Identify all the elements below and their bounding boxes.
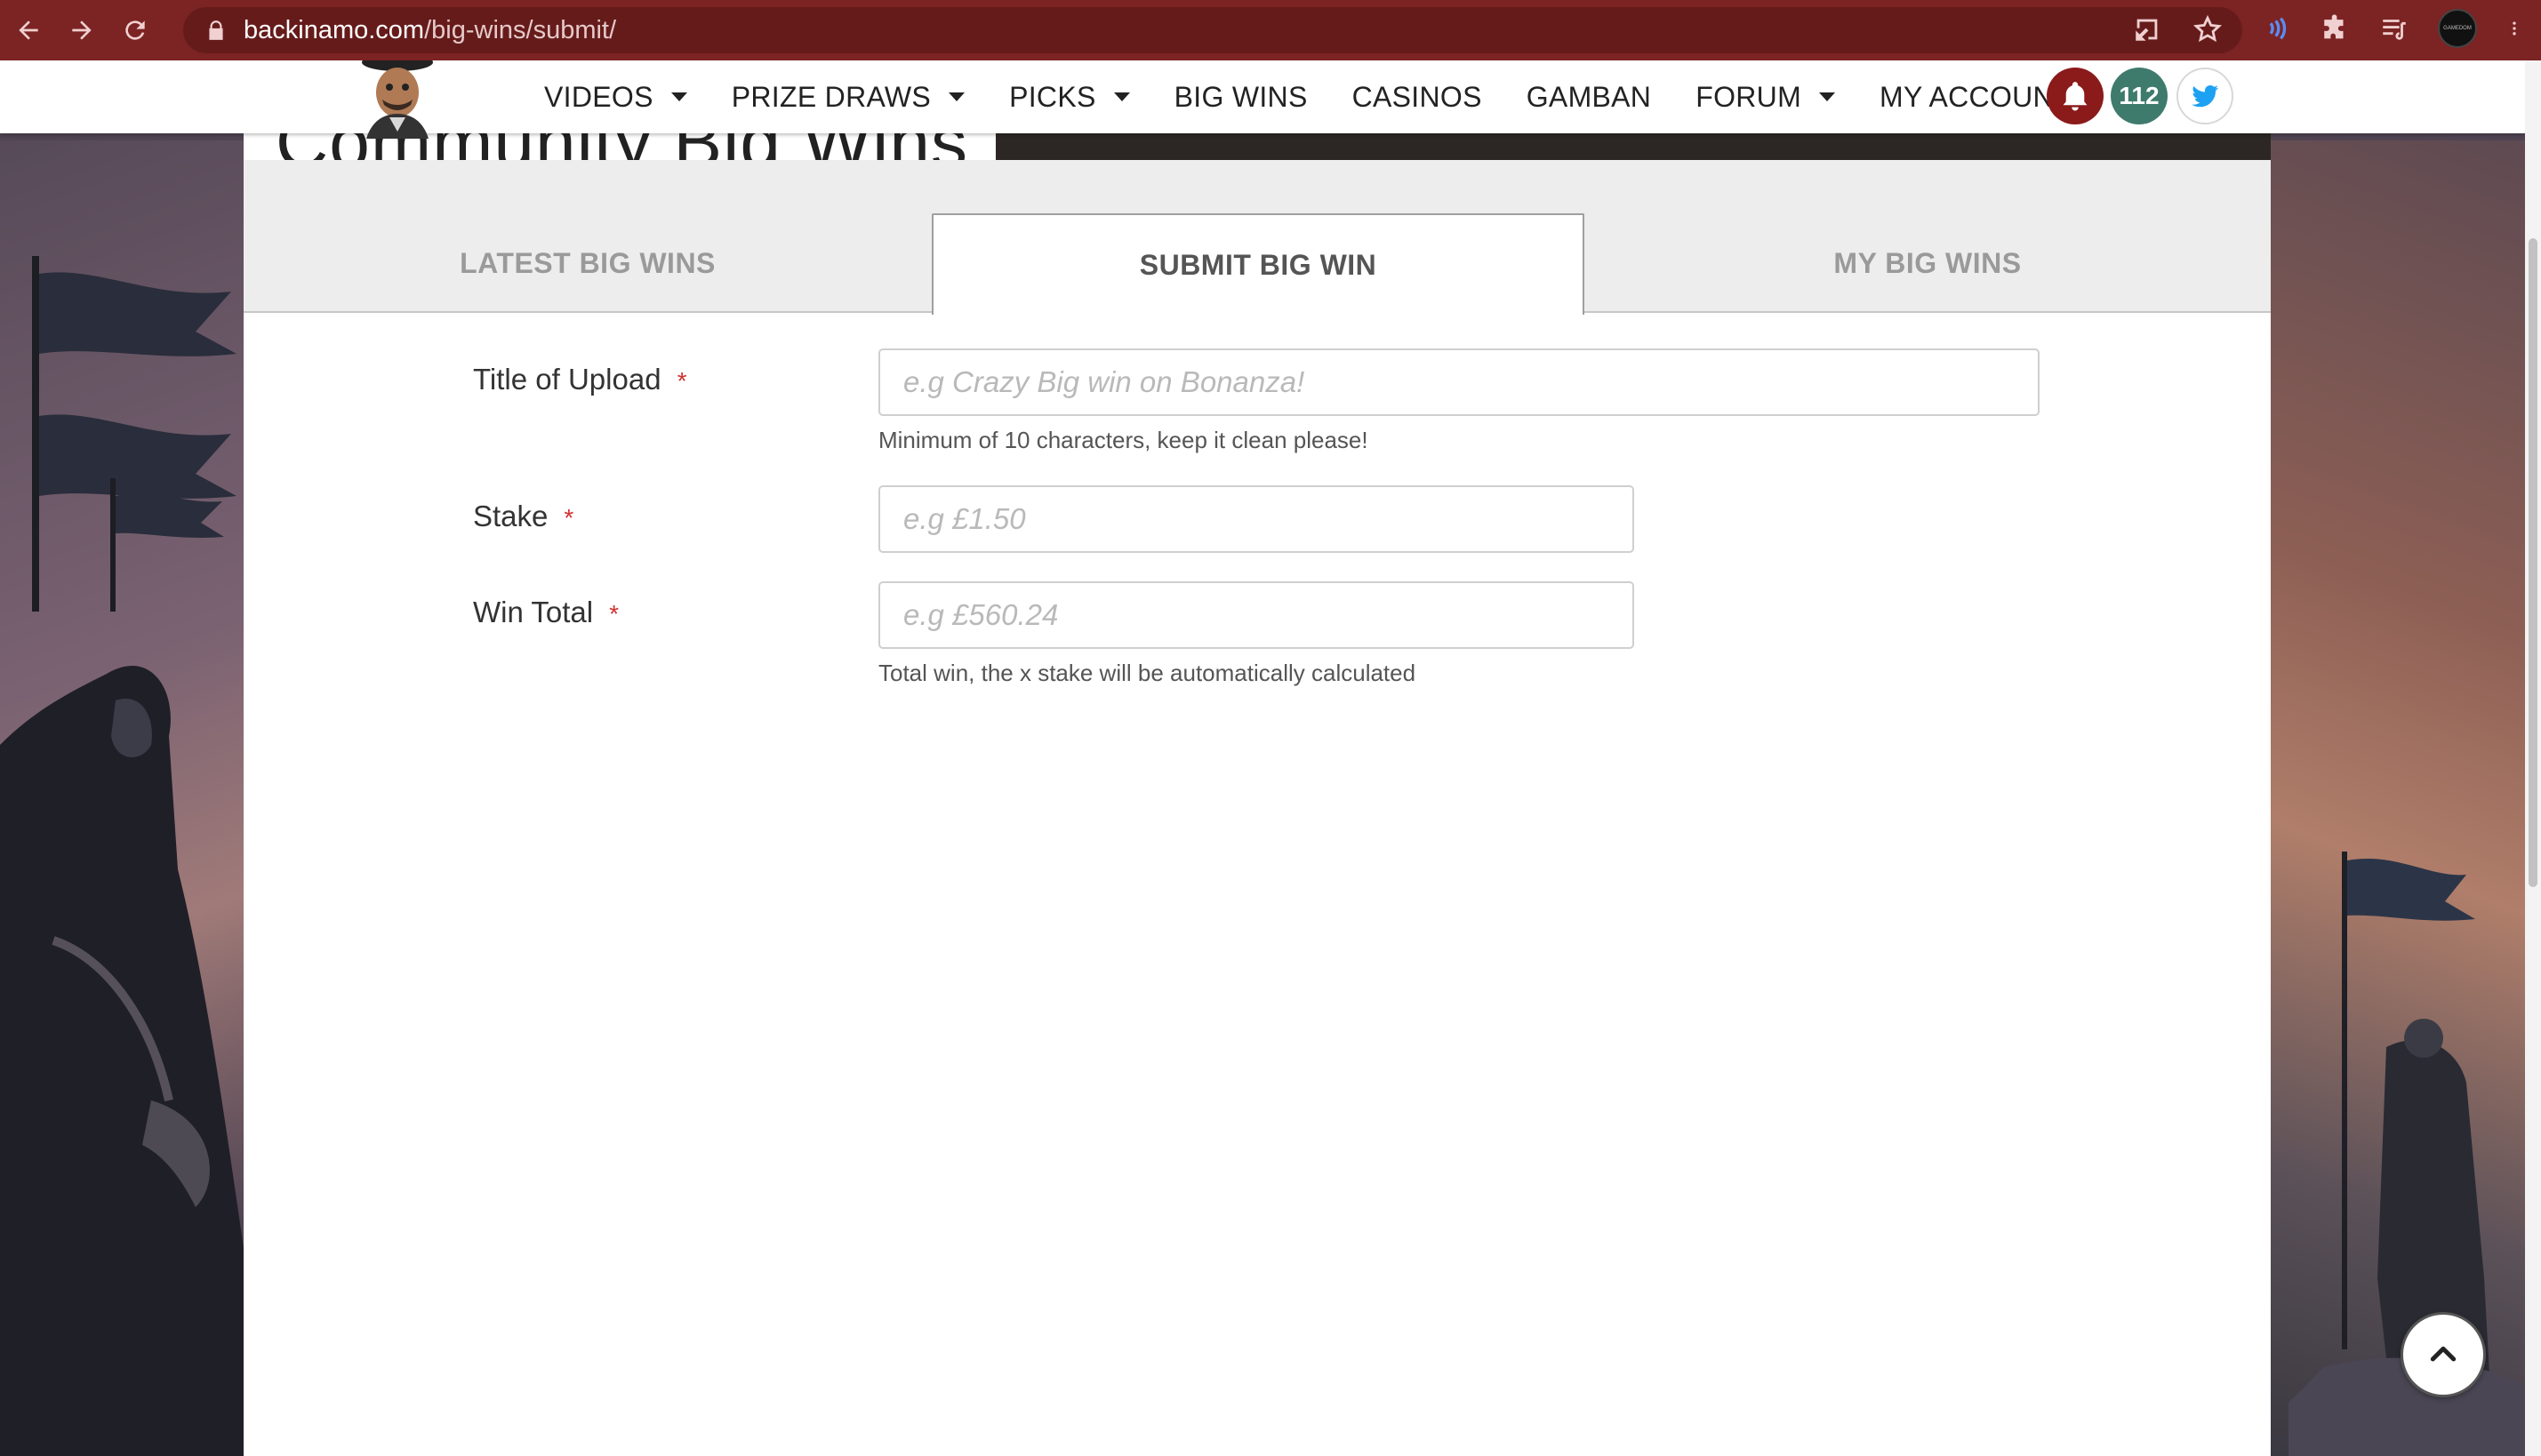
site-logo[interactable] — [349, 60, 446, 139]
profile-label: GAMEDOM — [2443, 26, 2472, 31]
caret-down-icon — [1113, 92, 1130, 101]
back-to-top-button[interactable] — [2401, 1312, 2486, 1397]
caret-down-icon — [949, 92, 966, 101]
arrow-right-icon — [72, 20, 92, 40]
win-total-input[interactable] — [878, 581, 1634, 649]
url-text: backinamo.com/big-wins/submit/ — [244, 16, 616, 45]
notification-count-badge[interactable]: 112 — [2111, 68, 2168, 124]
url-host: backinamo.com — [244, 15, 425, 44]
extensions-area: GAMEDOM — [2262, 9, 2523, 48]
stake-input[interactable] — [878, 485, 1634, 553]
nav-casinos-label: CASINOS — [1351, 80, 1482, 113]
browser-toolbar: backinamo.com/big-wins/submit/ GAMEDOM — [0, 0, 2541, 60]
win-total-label: Win Total * — [473, 596, 619, 629]
nav-forum-label: FORUM — [1695, 80, 1802, 113]
nav-casinos[interactable]: CASINOS — [1352, 81, 1482, 114]
audio-wave-icon[interactable] — [2262, 13, 2292, 44]
reload-button[interactable] — [108, 0, 162, 60]
required-asterisk: * — [609, 600, 620, 628]
stake-label: Stake * — [473, 500, 573, 533]
notifications-button[interactable] — [2047, 68, 2104, 124]
title-of-upload-label: Title of Upload * — [473, 363, 686, 396]
content-panel: LATEST BIG WINS SUBMIT BIG WIN MY BIG WI… — [244, 160, 2271, 1456]
background-art-right — [2271, 140, 2525, 1456]
required-asterisk: * — [677, 367, 687, 395]
star-icon[interactable] — [2192, 14, 2223, 44]
bell-icon — [2063, 82, 2088, 111]
puzzle-icon[interactable] — [2321, 13, 2351, 44]
title-help-text: Minimum of 10 characters, keep it clean … — [878, 427, 1368, 453]
nav-big-wins-label: BIG WINS — [1174, 80, 1308, 113]
win-total-help-text: Total win, the x stake will be automatic… — [878, 660, 1416, 686]
more-vertical-icon[interactable] — [2505, 13, 2523, 44]
nav-my-account-label: MY ACCOUNT — [1880, 80, 2072, 113]
twitter-bird-icon — [2192, 84, 2218, 108]
scrollbar-thumb[interactable] — [2529, 238, 2537, 887]
omnibox-actions — [2132, 14, 2223, 44]
nav-big-wins[interactable]: BIG WINS — [1174, 81, 1308, 114]
page-scrollbar[interactable] — [2525, 60, 2541, 1456]
nav-prize-draws[interactable]: PRIZE DRAWS — [731, 80, 966, 114]
address-bar[interactable]: backinamo.com/big-wins/submit/ — [183, 7, 2242, 53]
reload-icon — [125, 20, 145, 40]
caret-down-icon — [1819, 92, 1836, 101]
lock-icon — [209, 20, 223, 40]
tab-latest-big-wins[interactable]: LATEST BIG WINS — [244, 213, 932, 313]
nav-videos-label: VIDEOS — [544, 80, 653, 113]
tab-my-big-wins[interactable]: MY BIG WINS — [1584, 213, 2271, 313]
arrow-left-icon — [19, 20, 38, 40]
nav-picks-label: PICKS — [1009, 80, 1096, 113]
tab-submit-big-win[interactable]: SUBMIT BIG WIN — [932, 213, 1584, 315]
back-button[interactable] — [2, 0, 55, 60]
nav-videos[interactable]: VIDEOS — [544, 81, 687, 114]
big-wins-tabs: LATEST BIG WINS SUBMIT BIG WIN MY BIG WI… — [244, 160, 2271, 315]
site-header: VIDEOS PRIZE DRAWS PICKS BIG WINS CASINO… — [0, 60, 2525, 139]
background-art-left — [0, 140, 245, 1456]
forward-button[interactable] — [55, 0, 108, 60]
install-app-icon[interactable] — [2132, 14, 2162, 44]
caret-down-icon — [670, 92, 687, 101]
reading-list-icon[interactable] — [2379, 13, 2409, 44]
nav-picks[interactable]: PICKS — [1009, 81, 1130, 114]
profile-avatar[interactable]: GAMEDOM — [2438, 9, 2477, 48]
twitter-button[interactable] — [2176, 68, 2233, 124]
url-path: /big-wins/submit/ — [424, 15, 617, 44]
nav-prize-draws-label: PRIZE DRAWS — [731, 80, 932, 113]
nav-gamban[interactable]: GAMBAN — [1527, 81, 1652, 114]
chevron-up-icon — [2430, 1346, 2457, 1362]
hooded-warrior-illustration — [0, 665, 245, 1456]
stake-label-text: Stake — [473, 500, 549, 532]
win-total-label-text: Win Total — [473, 596, 594, 628]
nav-gamban-label: GAMBAN — [1526, 80, 1652, 113]
title-of-upload-label-text: Title of Upload — [473, 363, 661, 396]
nav-forum[interactable]: FORUM — [1695, 80, 1836, 114]
web-page: VIDEOS PRIZE DRAWS PICKS BIG WINS CASINO… — [0, 60, 2525, 1456]
main-navigation: VIDEOS PRIZE DRAWS PICKS BIG WINS CASINO… — [544, 60, 2143, 133]
title-of-upload-input[interactable] — [878, 348, 2040, 416]
required-asterisk: * — [564, 504, 574, 532]
banner-flag-illustration — [32, 256, 236, 612]
